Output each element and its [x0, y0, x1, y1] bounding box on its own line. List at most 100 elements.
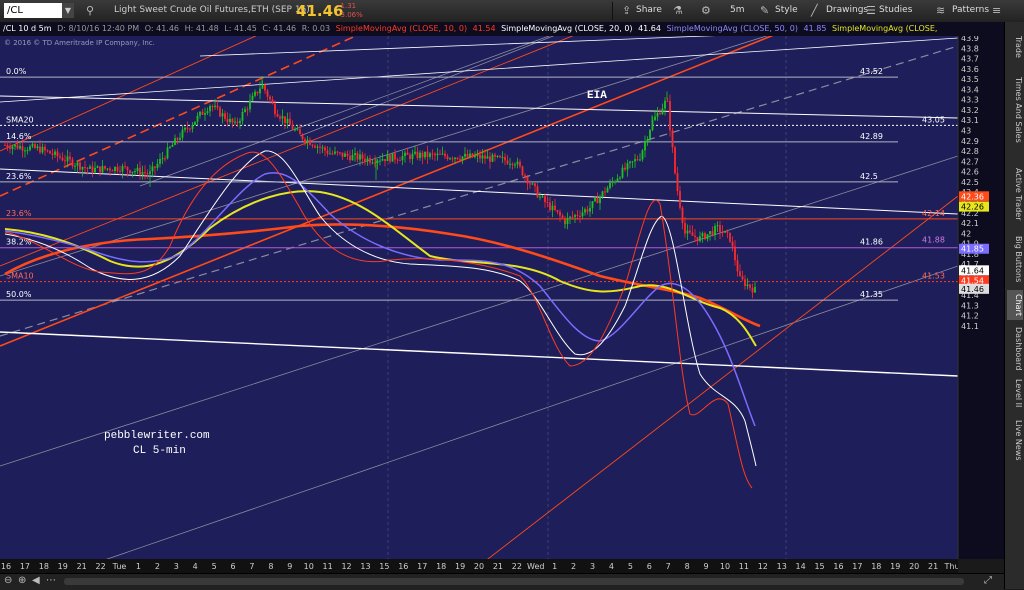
tab-times-and-sales[interactable]: Times And Sales [1007, 70, 1023, 150]
interval-button[interactable]: 5m [730, 5, 745, 15]
candle-body [424, 151, 426, 158]
style-icon: ✎ [760, 4, 770, 17]
sma50-legend[interactable]: SimpleMovingAvg (CLOSE, 50, 0) [667, 24, 798, 33]
style-button[interactable]: Style [775, 5, 798, 15]
scroll-left-icon[interactable]: ◀ [32, 575, 40, 586]
candle-body [369, 158, 371, 163]
candle-body [526, 176, 529, 184]
candle-body [151, 166, 154, 172]
zoom-out-icon[interactable]: ⊖ [4, 575, 12, 586]
candle-body [104, 166, 106, 169]
candle-body [581, 212, 584, 217]
time-axis-label: 15 [814, 562, 824, 571]
candle-body [679, 191, 681, 208]
candle-body [306, 139, 309, 143]
flask-icon[interactable]: ⚗ [673, 4, 683, 17]
candle-body [256, 91, 259, 94]
candle-body [14, 144, 16, 147]
tab-live-news[interactable]: Live News [1007, 414, 1023, 466]
candle-body [119, 170, 121, 172]
candle-body [199, 111, 201, 116]
candle-body [661, 108, 664, 115]
sma50-legend-value: 41.85 [803, 24, 827, 33]
link-icon[interactable]: ⚲ [86, 4, 94, 17]
candle-body [261, 84, 264, 89]
candle-body [179, 137, 181, 140]
gear-icon[interactable]: ⚙ [701, 4, 711, 17]
studies-icon: ☰ [866, 4, 876, 17]
tab-chart[interactable]: Chart [1007, 290, 1023, 320]
time-axis-label: 19 [455, 562, 465, 571]
expand-icon[interactable]: ⤢ [984, 575, 992, 586]
bottom-scrollbar[interactable]: ⊖ ⊕ ◀ ⋯ ⤢ [0, 573, 1004, 590]
symbol-dropdown-icon[interactable]: ▼ [62, 3, 74, 18]
candle-body [519, 161, 521, 167]
candle-body [116, 166, 119, 171]
candle-body [36, 146, 39, 149]
symbol-input[interactable]: /CL [4, 3, 70, 18]
menu-icon[interactable]: ≡ [992, 4, 1001, 17]
tab-dashboard[interactable]: Dashboard [1007, 322, 1023, 376]
candle-body [691, 232, 694, 236]
candle-body [404, 152, 406, 157]
chart-menu-icon[interactable]: ⋯ [46, 575, 56, 586]
candle-body [216, 105, 219, 108]
zoom-in-icon[interactable]: ⊕ [18, 575, 26, 586]
tab-level-ii[interactable]: Level II [1007, 376, 1023, 410]
price-axis-label: 41.2 [961, 312, 979, 321]
candle-body [521, 166, 524, 176]
candle-body [744, 279, 746, 287]
patterns-button[interactable]: Patterns [952, 5, 989, 15]
candle-body [514, 164, 516, 166]
sma200-legend[interactable]: SimpleMovingAvg (CLOSE, [832, 24, 937, 33]
candle-body [286, 118, 289, 123]
candle-body [389, 154, 391, 162]
scrollbar-track[interactable] [64, 578, 964, 585]
tab-active-trader[interactable]: Active Trader [1007, 158, 1023, 230]
candle-body [106, 168, 109, 170]
time-axis-label: 22 [96, 562, 106, 571]
eia-annotation[interactable]: EIA [587, 90, 607, 102]
tab-big-buttons[interactable]: Big Buttons [1007, 232, 1023, 286]
candle-body [99, 166, 101, 173]
candle-body [189, 128, 191, 130]
candle-body [646, 139, 649, 142]
sma20-legend[interactable]: SimpleMovingAvg (CLOSE, 20, 0) [501, 24, 632, 33]
candle-body [114, 166, 116, 172]
tab-trade[interactable]: Trade [1007, 32, 1023, 62]
candle-body [381, 159, 384, 161]
candle-body [121, 166, 124, 172]
time-axis-label: 19 [58, 562, 68, 571]
candle-body [11, 146, 14, 149]
fib-level-value: 43.05 [922, 115, 945, 124]
candle-body [229, 118, 231, 123]
studies-button[interactable]: Studies [879, 5, 912, 15]
candle-body [614, 181, 616, 183]
candle-body [711, 231, 714, 236]
fib-level-label: 50.0% [6, 290, 32, 299]
candle-body [86, 167, 89, 169]
candle-body [44, 146, 46, 151]
time-axis[interactable]: 16 17 18 19 21 22 Tue 1 2 3 4 5 6 7 8 9 10 11 12 13 15 16 17 18… [0, 559, 958, 573]
candle-body [9, 147, 11, 149]
time-axis-label: 10 [720, 562, 730, 571]
candle-body [134, 171, 136, 173]
candle-body [366, 158, 369, 162]
candle-body [4, 144, 6, 146]
sma10-legend[interactable]: SimpleMovingAvg (CLOSE, 10, 0) [336, 24, 467, 33]
candle-body [719, 225, 721, 232]
candle-body [21, 146, 24, 151]
time-axis-label: 19 [890, 562, 900, 571]
price-axis-label: 43.7 [961, 55, 979, 64]
instrument-title: Light Sweet Crude Oil Futures,ETH (SEP 1… [114, 5, 310, 15]
candle-body [629, 161, 631, 164]
candle-body [284, 116, 286, 123]
chart-header: /CL 10 d 5m [3, 24, 52, 33]
candle-body [6, 144, 9, 148]
share-button[interactable]: Share [636, 5, 662, 15]
price-axis-label: 42 [961, 229, 971, 238]
drawings-button[interactable]: Drawings [826, 5, 868, 15]
price-tag-sma20: 41.64 [961, 266, 984, 275]
price-axis-label: 42.1 [961, 219, 979, 228]
price-chart[interactable]: 0.0% 43.52SMA20 43.0514.6% 42.8923.6% 42.523… [0, 36, 1004, 573]
